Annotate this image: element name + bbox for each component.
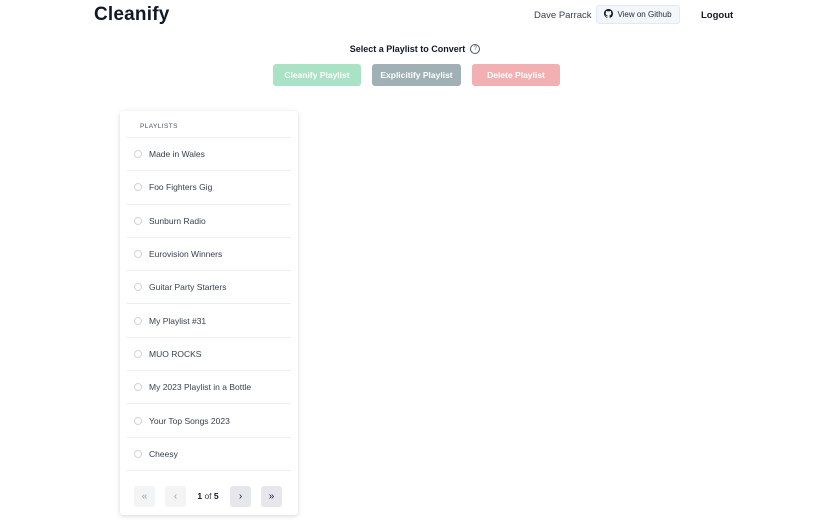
radio-button[interactable]	[134, 150, 142, 159]
playlist-name: Your Top Songs 2023	[149, 415, 230, 426]
double-chevron-right-icon: »	[268, 490, 275, 502]
page-indicator: 1 of 5	[186, 491, 230, 501]
of-label: of	[204, 491, 212, 501]
playlist-name: My Playlist #31	[149, 315, 207, 326]
radio-button[interactable]	[134, 283, 142, 292]
radio-button[interactable]	[134, 416, 142, 425]
list-item[interactable]: MUO ROCKS	[127, 338, 291, 372]
explicitify-button[interactable]: Explicitify Playlist	[372, 64, 461, 86]
playlist-name: Sunburn Radio	[149, 215, 206, 226]
playlist-name: MUO ROCKS	[149, 348, 202, 359]
radio-button[interactable]	[134, 250, 142, 259]
playlist-list: Made in Wales Foo Fighters Gig Sunburn R…	[127, 138, 291, 471]
next-page-button[interactable]: ›	[230, 485, 251, 507]
list-item[interactable]: Cheesy	[127, 438, 291, 471]
pagination: « ‹ 1 of 5 › »	[134, 485, 284, 507]
delete-button[interactable]: Delete Playlist	[472, 64, 560, 86]
app-title: Cleanify	[94, 4, 170, 25]
radio-button[interactable]	[134, 216, 142, 225]
logout-button[interactable]: Logout	[701, 10, 733, 21]
list-item[interactable]: My Playlist #31	[127, 304, 291, 338]
chevron-right-icon: ›	[238, 490, 243, 502]
total-pages: 5	[213, 491, 219, 501]
radio-button[interactable]	[134, 449, 142, 458]
cleanify-button[interactable]: Cleanify Playlist	[273, 64, 361, 86]
playlist-name: Eurovision Winners	[149, 249, 223, 260]
playlists-header: PLAYLISTS	[140, 123, 178, 130]
radio-button[interactable]	[134, 349, 142, 358]
github-icon	[604, 9, 614, 20]
github-button[interactable]: View on Github	[596, 5, 680, 24]
github-label: View on Github	[617, 10, 672, 19]
list-item[interactable]: Eurovision Winners	[127, 238, 291, 272]
double-chevron-left-icon: «	[141, 490, 148, 502]
select-playlist-label: Select a Playlist to Convert	[349, 44, 466, 54]
previous-page-button[interactable]: ‹	[165, 485, 186, 507]
user-name: Dave Parrack	[534, 10, 592, 21]
chevron-left-icon: ‹	[173, 490, 178, 502]
radio-button[interactable]	[134, 183, 142, 192]
list-item[interactable]: Guitar Party Starters	[127, 271, 291, 305]
first-page-button[interactable]: «	[134, 485, 155, 507]
playlist-name: Guitar Party Starters	[149, 282, 227, 293]
radio-button[interactable]	[134, 316, 142, 325]
question-circle-icon[interactable]: ?	[470, 44, 481, 54]
last-page-button[interactable]: »	[261, 485, 282, 507]
playlists-panel: PLAYLISTS Made in Wales Foo Fighters Gig…	[120, 111, 298, 515]
current-page: 1	[197, 491, 203, 501]
playlist-name: Cheesy	[149, 448, 178, 459]
list-item[interactable]: Foo Fighters Gig	[127, 171, 291, 205]
list-item[interactable]: Made in Wales	[127, 138, 291, 172]
list-item[interactable]: Your Top Songs 2023	[127, 404, 291, 438]
playlist-name: Foo Fighters Gig	[149, 182, 213, 193]
playlist-name: My 2023 Playlist in a Bottle	[149, 382, 252, 393]
radio-button[interactable]	[134, 383, 142, 392]
list-item[interactable]: Sunburn Radio	[127, 205, 291, 238]
playlist-name: Made in Wales	[149, 149, 205, 160]
list-item[interactable]: My 2023 Playlist in a Bottle	[127, 371, 291, 405]
